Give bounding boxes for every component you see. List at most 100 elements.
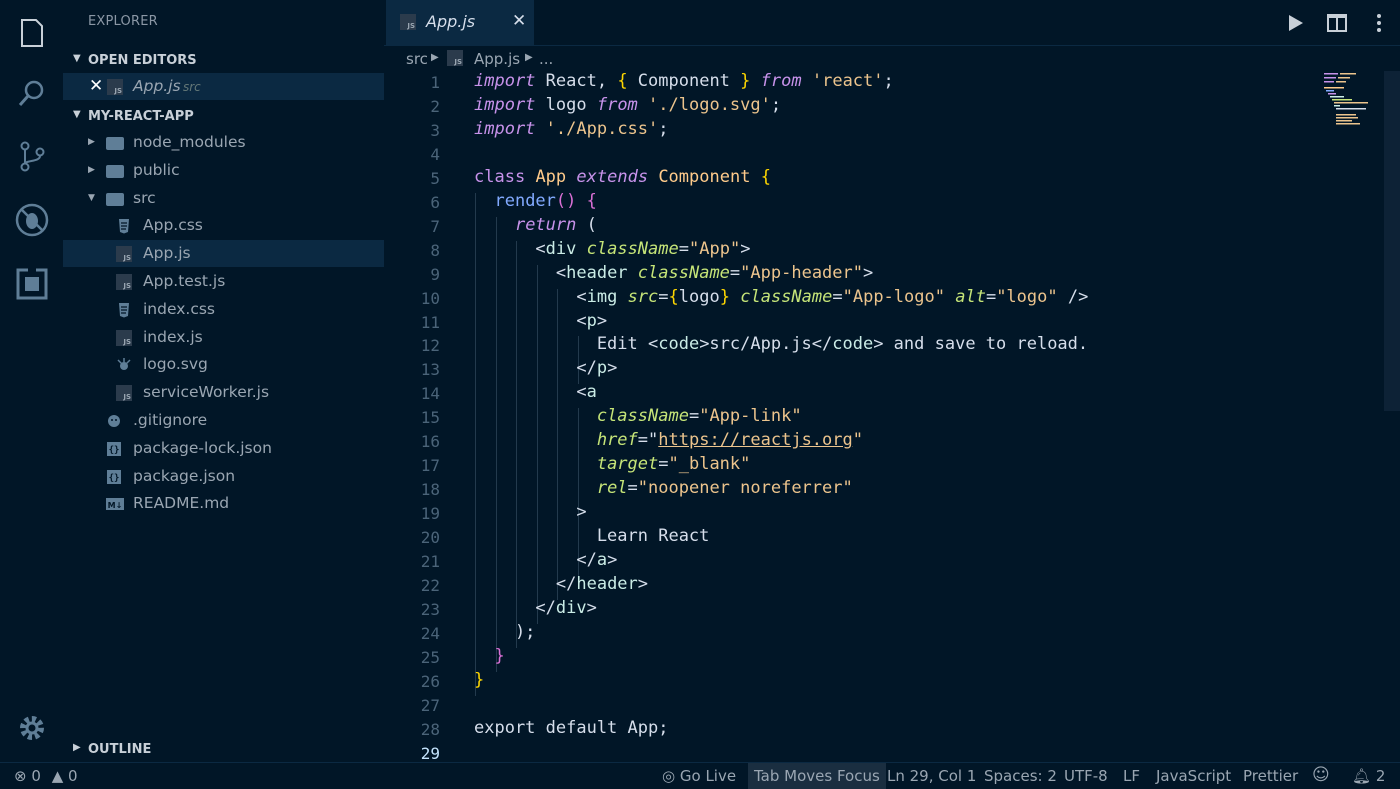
files-icon[interactable]	[14, 14, 50, 50]
code-token: "App-link"	[699, 406, 802, 427]
code-line[interactable]: render() {	[474, 191, 596, 211]
code-token: div	[545, 238, 577, 259]
code-token: {	[760, 166, 771, 187]
tree-item-logo-svg[interactable]: logo.svg	[63, 351, 384, 378]
problems-indicator[interactable]: ⊗ 0 ▲ 0	[14, 767, 78, 785]
encoding[interactable]: UTF-8	[1064, 767, 1108, 785]
code-line[interactable]: >	[474, 502, 586, 522]
tree-item-app-js[interactable]: JS App.js	[63, 240, 384, 268]
code-editor[interactable]: 1 import React, { Component } from 'react…	[384, 71, 1384, 763]
tree-item-readme-md[interactable]: M↓ README.md	[63, 490, 384, 517]
line-number: 14	[420, 384, 440, 404]
code-line[interactable]: return (	[474, 215, 597, 235]
tree-item-app-test-js[interactable]: JS App.test.js	[63, 268, 384, 295]
breadcrumb-more[interactable]: ...	[539, 50, 553, 68]
line-number: 15	[420, 408, 440, 428]
code-line[interactable]: Edit <code>src/App.js</code> and save to…	[474, 334, 1088, 354]
code-line[interactable]: <p>	[474, 311, 607, 331]
json-file-icon: {}	[106, 469, 124, 485]
close-icon[interactable]: ✕	[89, 76, 103, 96]
tree-item-label: .gitignore	[133, 411, 208, 429]
code-token: "	[648, 430, 659, 451]
code-line[interactable]: export default App;	[474, 718, 668, 738]
code-line[interactable]: rel="noopener noreferrer"	[474, 478, 853, 498]
line-number: 10	[420, 288, 440, 308]
end-of-line[interactable]: LF	[1123, 767, 1140, 785]
outline-label: OUTLINE	[88, 742, 152, 757]
more-actions-icon[interactable]	[1368, 12, 1390, 34]
line-number: 29	[420, 743, 440, 763]
cursor-position[interactable]: Ln 29, Col 1	[887, 767, 976, 785]
line-number: 21	[420, 552, 440, 571]
code-token: }	[719, 286, 730, 307]
open-editors-section[interactable]: ▼ OPEN EDITORS	[63, 49, 384, 73]
code-token: return	[514, 214, 577, 235]
code-line[interactable]: class App extends Component {	[474, 167, 771, 187]
code-token: </	[474, 358, 597, 379]
code-line[interactable]: import logo from './logo.svg';	[474, 95, 781, 115]
tree-item-app-css[interactable]: App.css	[63, 212, 384, 239]
go-live-button[interactable]: ◎ Go Live	[662, 767, 736, 785]
editor-scrollbar-thumb[interactable]	[1384, 71, 1400, 411]
code-line[interactable]: target="_blank"	[474, 454, 751, 474]
notifications[interactable]: 🔔︎ 2	[1352, 767, 1385, 785]
gear-icon[interactable]	[14, 710, 50, 746]
tree-item-index-css[interactable]: index.css	[63, 296, 384, 323]
indentation[interactable]: Spaces: 2	[984, 767, 1057, 785]
search-icon[interactable]	[14, 76, 50, 112]
language-mode[interactable]: JavaScript	[1156, 767, 1231, 785]
tree-item-src[interactable]: ▼ src	[63, 185, 384, 212]
tree-item-package-lock-json[interactable]: {} package-lock.json	[63, 435, 384, 462]
tree-item-label: logo.svg	[143, 355, 208, 374]
code-token: src	[627, 286, 659, 307]
line-number: 16	[420, 432, 440, 452]
source-control-icon[interactable]	[14, 138, 50, 174]
code-line[interactable]: Learn React	[474, 526, 710, 546]
tree-item-gitignore[interactable]: .gitignore	[63, 407, 384, 434]
code-line[interactable]: }	[474, 646, 504, 666]
outline-section[interactable]: ▶ OUTLINE	[63, 738, 384, 762]
code-line[interactable]: <div className="App">	[474, 239, 750, 259]
debug-icon[interactable]	[14, 202, 50, 238]
close-icon[interactable]: ✕	[512, 11, 526, 31]
code-token: {	[668, 286, 679, 307]
open-editor-item[interactable]: ✕ JS App.js src	[63, 73, 384, 100]
tree-item-index-js[interactable]: JS index.js	[63, 324, 384, 351]
code-line[interactable]: </p>	[474, 358, 617, 378]
extensions-icon[interactable]	[14, 266, 50, 302]
tree-item-serviceworker-js[interactable]: JS serviceWorker.js	[63, 379, 384, 406]
tree-item-package-json[interactable]: {} package.json	[63, 463, 384, 490]
code-line[interactable]: <header className="App-header">	[474, 263, 873, 283]
breadcrumb-file[interactable]: App.js	[474, 50, 520, 68]
project-section[interactable]: ▼ MY-REACT-APP	[63, 105, 384, 129]
css-file-icon	[116, 218, 134, 234]
minimap[interactable]	[1322, 71, 1372, 131]
tree-item-node-modules[interactable]: ▶ node_modules	[63, 129, 384, 156]
code-line[interactable]: </a>	[474, 550, 617, 570]
code-line[interactable]: }	[474, 670, 484, 690]
code-line[interactable]: <img src={logo} className="App-logo" alt…	[474, 287, 1088, 307]
code-line[interactable]: </header>	[474, 574, 648, 594]
formatter[interactable]: Prettier	[1243, 767, 1298, 785]
code-line[interactable]: );	[474, 622, 535, 642]
code-line[interactable]: import React, { Component } from 'react'…	[474, 71, 894, 91]
code-token: </	[474, 597, 556, 618]
open-editors-label: OPEN EDITORS	[88, 53, 197, 68]
code-line[interactable]: import './App.css';	[474, 119, 669, 139]
tab-app-js[interactable]: JS App.js ✕	[386, 0, 534, 45]
code-line[interactable]: <a	[474, 382, 597, 402]
code-line[interactable]: </div>	[474, 597, 596, 618]
tab-focus-mode[interactable]: Tab Moves Focus	[748, 763, 886, 789]
tree-item-public[interactable]: ▶ public	[63, 157, 384, 184]
code-token: }	[474, 669, 485, 690]
code-token: </	[474, 573, 577, 594]
run-icon[interactable]	[1284, 12, 1306, 34]
breadcrumb-folder[interactable]: src	[406, 50, 428, 68]
code-line[interactable]: className="App-link"	[474, 406, 802, 426]
feedback-smiley-icon[interactable]: ☺	[1312, 765, 1330, 785]
code-line[interactable]: href="https://reactjs.org"	[474, 430, 863, 450]
split-editor-icon[interactable]	[1326, 12, 1348, 34]
